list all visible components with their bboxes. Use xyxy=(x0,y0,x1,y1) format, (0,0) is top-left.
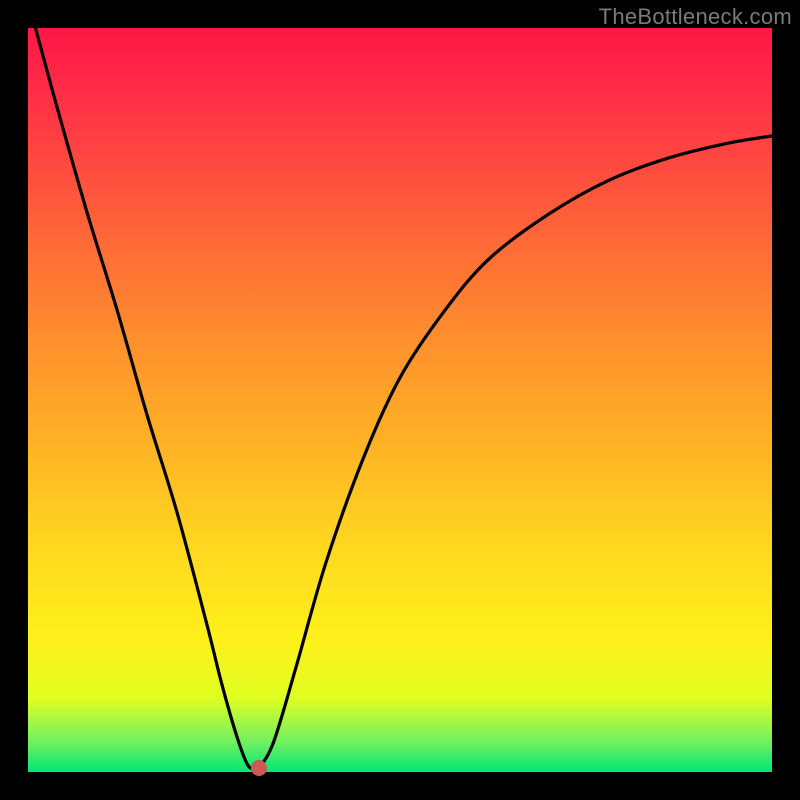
chart-frame: TheBottleneck.com xyxy=(0,0,800,800)
bottleneck-curve xyxy=(28,28,772,772)
min-point-marker xyxy=(251,760,267,776)
watermark-text: TheBottleneck.com xyxy=(599,4,792,30)
